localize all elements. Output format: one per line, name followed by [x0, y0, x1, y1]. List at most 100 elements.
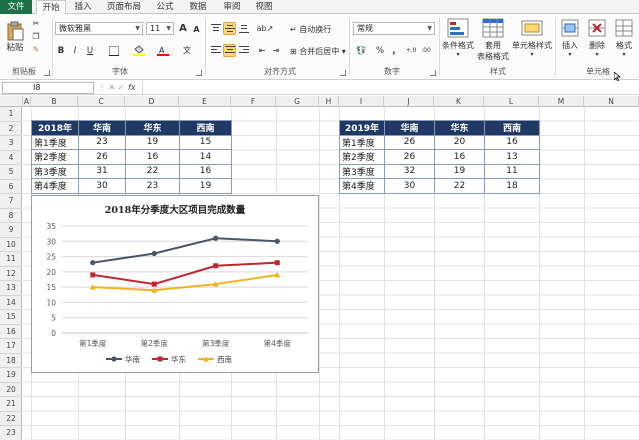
- table-cell[interactable]: 22: [125, 163, 180, 179]
- format-painter-button[interactable]: ✎: [30, 44, 42, 55]
- table-cell[interactable]: 16: [484, 134, 540, 150]
- column-header[interactable]: A: [23, 96, 31, 107]
- bold-button[interactable]: B: [55, 44, 67, 57]
- series-line[interactable]: [92, 273, 278, 292]
- cell-styles-button[interactable]: 单元格样式 ▾: [511, 17, 553, 65]
- table-cell[interactable]: 23: [78, 134, 126, 150]
- tab-file[interactable]: 文件: [0, 0, 32, 14]
- table-cell[interactable]: 11: [484, 163, 540, 179]
- row-header[interactable]: 8: [0, 209, 22, 223]
- table-cell[interactable]: 20: [434, 134, 485, 150]
- row-header[interactable]: 4: [0, 151, 22, 165]
- table-cell[interactable]: 13: [484, 149, 540, 165]
- tab-view[interactable]: 视图: [249, 0, 279, 14]
- table-cell[interactable]: 16: [125, 149, 180, 165]
- row-header[interactable]: 19: [0, 368, 22, 383]
- data-point[interactable]: [151, 281, 157, 287]
- row-header[interactable]: 17: [0, 339, 22, 354]
- table-cell[interactable]: 15: [179, 134, 232, 150]
- column-header[interactable]: G: [276, 96, 319, 107]
- data-point[interactable]: [274, 260, 280, 266]
- tab-data[interactable]: 数据: [183, 0, 213, 14]
- data-point[interactable]: [274, 238, 280, 244]
- number-format-combo[interactable]: 常规 ▼: [353, 22, 435, 35]
- row-header[interactable]: 3: [0, 136, 22, 151]
- column-header[interactable]: J: [384, 96, 434, 107]
- insert-cells-button[interactable]: 插入 ▾: [557, 17, 583, 65]
- row-header[interactable]: 2: [0, 122, 22, 136]
- table-cell[interactable]: 第2季度: [31, 149, 79, 165]
- table-header-cell[interactable]: 华南: [384, 120, 435, 136]
- copy-button[interactable]: ❐: [30, 31, 42, 42]
- insert-function-button[interactable]: fx: [128, 81, 136, 95]
- table-header-cell[interactable]: 2019年: [339, 120, 385, 136]
- paste-button[interactable]: 粘贴: [3, 18, 27, 56]
- table-cell[interactable]: 32: [384, 163, 435, 179]
- table-cell[interactable]: 第3季度: [339, 163, 385, 179]
- row-header[interactable]: 16: [0, 325, 22, 339]
- align-center-button[interactable]: [223, 44, 236, 57]
- table-cell[interactable]: 18: [484, 178, 540, 194]
- font-name-combo[interactable]: 微软雅黑 ▼: [55, 22, 143, 35]
- row-header[interactable]: 21: [0, 397, 22, 412]
- table-cell[interactable]: 19: [434, 163, 485, 179]
- table-header-cell[interactable]: 2018年: [31, 120, 79, 136]
- table-cell[interactable]: 26: [384, 149, 435, 165]
- row-header[interactable]: 14: [0, 296, 22, 310]
- chevron-down-icon[interactable]: ▼: [166, 23, 171, 34]
- tab-home[interactable]: 开始: [36, 0, 66, 15]
- comma-button[interactable]: ,: [388, 44, 400, 57]
- grow-font-button[interactable]: A: [177, 22, 189, 35]
- column-header[interactable]: C: [78, 96, 125, 107]
- align-top-button[interactable]: [209, 22, 222, 35]
- chevron-down-icon[interactable]: ▼: [135, 23, 140, 34]
- table-cell[interactable]: 19: [125, 134, 180, 150]
- cut-button[interactable]: ✂: [30, 18, 42, 29]
- legend-label[interactable]: 西南: [217, 354, 232, 364]
- column-header[interactable]: M: [539, 96, 584, 107]
- formula-input[interactable]: [142, 82, 637, 94]
- legend-label[interactable]: 华东: [171, 354, 186, 364]
- name-box[interactable]: I8: [2, 82, 94, 94]
- series-line[interactable]: [92, 261, 278, 286]
- table-cell[interactable]: 第1季度: [339, 134, 385, 150]
- format-cells-button[interactable]: 格式 ▾: [611, 17, 637, 65]
- row-header[interactable]: 7: [0, 194, 22, 209]
- column-header[interactable]: K: [434, 96, 484, 107]
- font-color-button[interactable]: A: [154, 44, 172, 57]
- phonetic-button[interactable]: 文: [178, 44, 196, 57]
- table-cell[interactable]: 第3季度: [31, 163, 79, 179]
- row-header[interactable]: 10: [0, 238, 22, 252]
- shrink-font-button[interactable]: A: [191, 23, 202, 35]
- table-cell[interactable]: 26: [384, 134, 435, 150]
- table-cell[interactable]: 30: [78, 178, 126, 194]
- data-point[interactable]: [90, 272, 96, 278]
- column-header[interactable]: L: [484, 96, 539, 107]
- row-header[interactable]: 22: [0, 412, 22, 426]
- table-cell[interactable]: 30: [384, 178, 435, 194]
- border-button[interactable]: [105, 44, 123, 57]
- percent-button[interactable]: %: [374, 44, 386, 57]
- row-header[interactable]: 6: [0, 180, 22, 194]
- decrease-indent-button[interactable]: ⇤: [256, 44, 268, 57]
- chevron-down-icon[interactable]: ▼: [427, 23, 432, 34]
- accounting-format-button[interactable]: 💱: [353, 44, 369, 57]
- series-line[interactable]: [92, 237, 278, 264]
- row-header[interactable]: 5: [0, 165, 22, 180]
- alignment-launcher-icon[interactable]: [340, 70, 346, 76]
- table-cell[interactable]: 16: [434, 149, 485, 165]
- tab-formulas[interactable]: 公式: [150, 0, 180, 14]
- table-cell[interactable]: 第4季度: [339, 178, 385, 194]
- row-header[interactable]: 20: [0, 383, 22, 397]
- chart-legend[interactable]: 华南 华东 西南: [106, 354, 232, 364]
- table-cell[interactable]: 31: [78, 163, 126, 179]
- data-point[interactable]: [151, 250, 157, 257]
- clipboard-launcher-icon[interactable]: [44, 70, 50, 76]
- select-all-corner[interactable]: [0, 96, 23, 107]
- column-header[interactable]: D: [125, 96, 179, 107]
- align-left-button[interactable]: [209, 44, 222, 57]
- table-cell[interactable]: 22: [434, 178, 485, 194]
- column-header[interactable]: E: [179, 96, 231, 107]
- legend-label[interactable]: 华南: [125, 354, 140, 364]
- orientation-button[interactable]: ab↗: [256, 22, 274, 35]
